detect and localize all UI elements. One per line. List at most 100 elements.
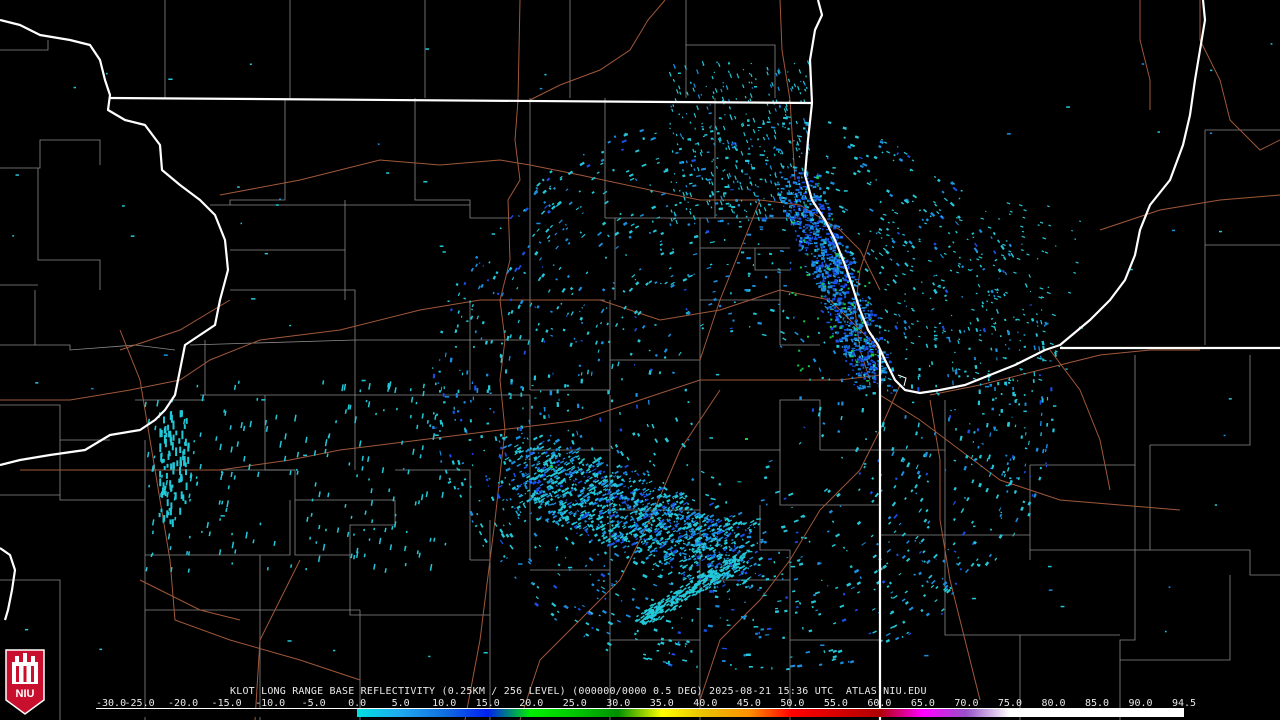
- echo-pixel: [557, 463, 561, 467]
- echo-pixel: [768, 252, 773, 256]
- echo-pixel: [731, 529, 734, 532]
- echo-pixel: [670, 565, 674, 569]
- echo-pixel: [811, 236, 813, 240]
- echo-pixel: [654, 132, 657, 135]
- echo-pixel: [973, 247, 979, 253]
- echo-pixel: [834, 325, 837, 328]
- echo-pixel: [802, 241, 804, 244]
- echo-pixel: [903, 320, 907, 324]
- echo-pixel: [580, 372, 583, 376]
- echo-pixel: [854, 381, 858, 383]
- echo-pixel: [839, 604, 845, 609]
- echo-pixel: [583, 475, 586, 478]
- echo-pixel: [979, 383, 982, 386]
- echo-pixel: [798, 148, 801, 150]
- echo-pixel: [576, 532, 578, 534]
- echo-pixel: [686, 91, 689, 96]
- echo-pixel: [953, 550, 957, 553]
- echo-pixel: [610, 399, 614, 403]
- echo-pixel: [557, 488, 562, 492]
- echo-pixel: [789, 201, 793, 204]
- echo-pixel: [865, 303, 868, 307]
- echo-pixel: [782, 309, 785, 313]
- echo-pixel: [478, 530, 483, 536]
- echo-pixel: [773, 561, 776, 564]
- echo-pixel: [752, 285, 756, 287]
- echo-pixel: [618, 503, 621, 507]
- echo-pixel: [837, 320, 840, 323]
- echo-pixel: [715, 214, 717, 216]
- echo-pixel: [793, 181, 796, 184]
- echo-pixel: [598, 242, 604, 248]
- echo-pixel: [689, 121, 692, 124]
- echo-pixel: [713, 518, 715, 521]
- echo-pixel: [464, 427, 467, 433]
- echo-pixel: [538, 455, 541, 458]
- echo-pixel: [852, 171, 857, 176]
- echo-pixel: [783, 205, 785, 207]
- echo-pixel: [713, 280, 718, 283]
- echo-pixel: [730, 663, 732, 666]
- echo-pixel: [907, 155, 911, 158]
- echo-pixel: [810, 218, 815, 221]
- echo-pixel: [992, 398, 995, 401]
- echo-pixel: [486, 373, 489, 377]
- echo-pixel: [517, 304, 521, 310]
- echo-pixel: [816, 250, 818, 253]
- echo-pixel: [579, 418, 582, 421]
- echo-pixel: [635, 404, 639, 409]
- echo-pixel: [605, 307, 608, 309]
- echo-pixel: [688, 529, 691, 533]
- echo-pixel: [577, 466, 580, 469]
- echo-pixel: [549, 497, 554, 502]
- echo-pixel: [890, 591, 894, 594]
- echo-pixel: [821, 273, 824, 276]
- echo-pixel: [659, 248, 663, 252]
- echo-pixel: [749, 564, 753, 568]
- echo-pixel: [864, 268, 869, 273]
- echo-pixel: [880, 237, 883, 239]
- echo-pixel: [858, 323, 863, 327]
- echo-pixel: [476, 315, 479, 320]
- echo-pixel: [591, 626, 594, 630]
- echo-pixel: [790, 223, 793, 226]
- echo-pixel: [610, 558, 614, 562]
- echo-pixel: [434, 382, 437, 386]
- echo-pixel: [585, 478, 590, 483]
- echo-pixel: [898, 572, 902, 576]
- echo-pixel: [472, 396, 474, 401]
- echo-pixel: [709, 126, 711, 129]
- echo-pixel: [846, 251, 850, 254]
- echo-pixel: [517, 427, 519, 431]
- echo-pixel: [691, 576, 695, 580]
- echo-pixel: [777, 193, 782, 197]
- echo-pixel: [718, 551, 721, 554]
- echo-pixel: [918, 571, 923, 576]
- echo-pixel: [788, 492, 794, 497]
- echo-pixel: [998, 507, 1002, 512]
- echo-pixel: [814, 176, 817, 179]
- echo-pixel: [975, 328, 979, 333]
- echo-pixel: [887, 515, 892, 520]
- echo-pixel: [915, 464, 919, 470]
- echo-pixel: [1029, 304, 1033, 306]
- echo-pixel: [745, 159, 750, 162]
- echo-pixel: [865, 394, 868, 397]
- echo-pixel: [775, 610, 779, 614]
- echo-pixel: [849, 334, 853, 337]
- echo-pixel: [981, 443, 984, 445]
- echo-pixel: [884, 356, 889, 359]
- echo-pixel: [519, 334, 522, 340]
- echo-pixel: [642, 137, 646, 141]
- echo-pixel: [1011, 416, 1013, 418]
- echo-pixel: [516, 505, 521, 510]
- echo-pixel: [770, 308, 775, 313]
- echo-pixel: [682, 169, 684, 172]
- echo-pixel: [858, 361, 860, 363]
- echo-pixel: [917, 474, 922, 479]
- echo-pixel: [821, 207, 825, 210]
- echo-pixel: [516, 446, 522, 451]
- echo-pixel: [940, 612, 944, 616]
- echo-pixel: [660, 231, 665, 236]
- echo-pixel: [726, 86, 729, 90]
